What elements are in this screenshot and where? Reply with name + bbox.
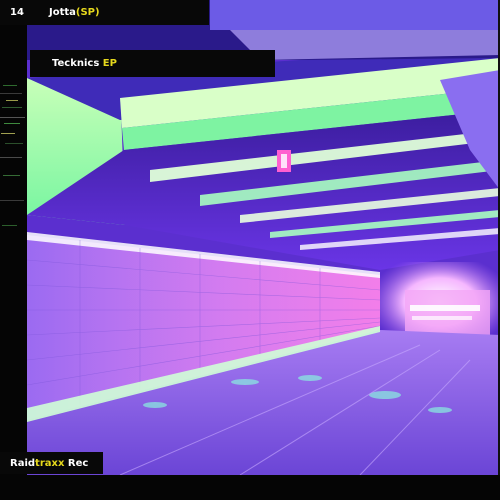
glitch-line <box>3 175 20 176</box>
track-number: 14 <box>10 7 24 18</box>
glitch-line <box>0 200 24 201</box>
glitch-line <box>6 100 18 101</box>
glitch-line <box>3 85 17 86</box>
glitch-line <box>5 143 23 144</box>
record-label-banner: Raid traxx Rec <box>0 452 103 474</box>
bottom-frame-strip <box>0 475 500 500</box>
track-artist-banner: 14 Jotta (SP) <box>0 0 209 25</box>
artist-name: Jotta <box>49 7 76 18</box>
glitch-line <box>2 225 17 226</box>
label-name-part3: Rec <box>64 457 89 469</box>
glitch-line <box>0 157 22 158</box>
artist-country-tag: (SP) <box>75 7 100 18</box>
left-frame-strip <box>0 25 27 475</box>
glitch-line <box>1 133 15 134</box>
glitch-line <box>0 117 25 118</box>
label-name-part2: traxx <box>35 457 65 469</box>
release-title: Tecknics <box>52 58 100 69</box>
release-type: EP <box>102 58 117 69</box>
glitch-line <box>0 93 22 94</box>
label-name-part1: Raid <box>10 457 36 469</box>
glitch-line <box>4 123 20 124</box>
glitch-line <box>2 107 22 108</box>
release-title-banner: Tecknics EP <box>30 50 275 77</box>
